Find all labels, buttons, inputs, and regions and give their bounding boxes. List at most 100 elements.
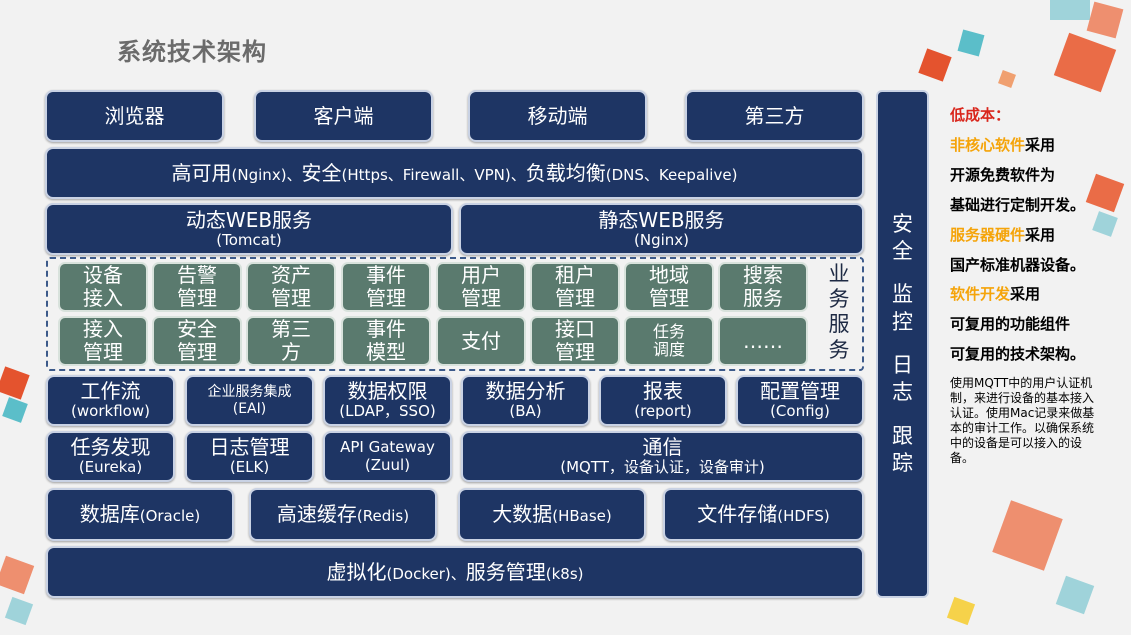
side-text: 基础进行定制开发。 bbox=[950, 196, 1086, 214]
mqtt-note: 使用MQTT中的用户认证机制，来进行设备的基本接入认证。使用Mac记录来做基本的… bbox=[950, 376, 1095, 465]
box-main: API Gateway bbox=[340, 438, 435, 457]
bar-char: 控 bbox=[892, 309, 913, 334]
client-browser: 浏览器 bbox=[45, 90, 224, 142]
lb-label: 负载均衡 bbox=[525, 160, 606, 185]
business-label-char: 务 bbox=[828, 337, 850, 362]
business-service-tile: 事件 管理 bbox=[341, 262, 431, 312]
side-highlight: 服务器硬件 bbox=[950, 226, 1026, 244]
business-label-char: 服 bbox=[828, 312, 850, 337]
box-main: 文件存储 bbox=[697, 502, 778, 526]
side-text: 可复用的功能组件 bbox=[950, 315, 1071, 333]
eureka-box: 任务发现 (Eureka) bbox=[46, 431, 175, 482]
box-sub: (workflow) bbox=[71, 402, 150, 421]
side-line: 非核心软件采用 bbox=[950, 134, 1055, 155]
communication-box: 通信 (MQTT，设备认证，设备审计) bbox=[461, 431, 864, 482]
decor-square bbox=[946, 596, 976, 626]
box-main: 报表 bbox=[643, 379, 683, 404]
box-sub: (HBase) bbox=[552, 507, 612, 525]
decor-square bbox=[1053, 32, 1117, 93]
svc-mgmt-label: 服务管理 bbox=[465, 559, 546, 584]
bar-char: 跟 bbox=[892, 423, 913, 448]
report-box: 报表 (report) bbox=[599, 375, 727, 426]
decor-square bbox=[1092, 211, 1118, 237]
box-main: 数据权限 bbox=[347, 379, 428, 404]
business-service-tile: 支付 bbox=[436, 316, 526, 366]
ha-sub: (Nginx)、 bbox=[231, 165, 302, 184]
decor-square bbox=[918, 48, 952, 82]
bigdata-box: 大数据(HBase) bbox=[458, 488, 646, 541]
decor-square bbox=[4, 596, 34, 626]
box-sub: (ELK) bbox=[229, 458, 270, 477]
business-service-tile: 安全 管理 bbox=[152, 316, 242, 366]
lb-sub: (DNS、Keepalive) bbox=[605, 165, 738, 184]
decor-square bbox=[0, 366, 30, 400]
decor-square bbox=[1050, 0, 1090, 20]
business-service-tile: 告警 管理 bbox=[152, 262, 242, 312]
ha-label: 高可用 bbox=[171, 160, 232, 185]
box-sub: (LDAP，SSO) bbox=[339, 402, 436, 421]
decor-square bbox=[0, 555, 35, 595]
bar-char: 全 bbox=[892, 239, 913, 264]
decor-square bbox=[998, 70, 1016, 88]
side-text: 采用 bbox=[1010, 285, 1041, 303]
side-text: 采用 bbox=[1025, 226, 1056, 244]
client-third-party: 第三方 bbox=[685, 90, 864, 142]
client-mobile: 移动端 bbox=[468, 90, 647, 142]
box-sub: (Config) bbox=[770, 402, 830, 421]
decor-square bbox=[1055, 575, 1095, 615]
data-analysis-box: 数据分析 (BA) bbox=[461, 375, 590, 426]
client-label: 浏览器 bbox=[104, 103, 165, 128]
box-main: 日志管理 bbox=[209, 435, 290, 460]
client-label: 移动端 bbox=[527, 103, 588, 128]
business-service-tile: 设备 接入 bbox=[58, 262, 148, 312]
security-label: 安全 bbox=[301, 160, 342, 185]
box-main: 大数据 bbox=[492, 502, 553, 526]
box-main: 通信 bbox=[642, 435, 683, 460]
box-sub: (BA) bbox=[509, 402, 542, 421]
business-service-tile: 租户 管理 bbox=[530, 262, 620, 312]
side-line: 国产标准机器设备。 bbox=[950, 254, 1085, 275]
data-permission-box: 数据权限 (LDAP，SSO) bbox=[323, 375, 452, 426]
client-desktop: 客户端 bbox=[254, 90, 433, 142]
box-sub: (EAI) bbox=[232, 400, 267, 417]
virt-label: 虚拟化 bbox=[326, 559, 387, 584]
bar-char: 安 bbox=[892, 211, 913, 236]
box-main: 配置管理 bbox=[760, 379, 840, 404]
side-text: 采用 bbox=[1025, 136, 1056, 154]
decor-square bbox=[992, 500, 1063, 571]
box-sub: (report) bbox=[634, 402, 692, 421]
database-box: 数据库(Oracle) bbox=[46, 488, 234, 541]
log-group: 日志 bbox=[892, 352, 913, 407]
box-sub: (MQTT，设备认证，设备审计) bbox=[560, 458, 765, 477]
config-box: 配置管理 (Config) bbox=[736, 375, 864, 426]
side-highlight: 非核心软件 bbox=[950, 136, 1026, 154]
api-gateway-box: API Gateway (Zuul) bbox=[323, 431, 452, 482]
business-label-char: 业 bbox=[828, 262, 850, 286]
web-sub: (Tomcat) bbox=[216, 230, 282, 249]
virtualization-layer: 虚拟化(Docker)、服务管理(k8s) bbox=[46, 546, 864, 598]
side-line: 软件开发采用 bbox=[950, 283, 1040, 304]
business-service-tile: …… bbox=[718, 316, 808, 366]
decor-square bbox=[1085, 173, 1125, 213]
virt-sub: (Docker)、 bbox=[386, 564, 466, 583]
box-sub: (Eureka) bbox=[78, 458, 143, 477]
web-sub: (Nginx) bbox=[634, 230, 689, 249]
bar-char: 日 bbox=[892, 353, 913, 377]
business-service-tile: 第三 方 bbox=[246, 316, 336, 366]
file-storage-box: 文件存储(HDFS) bbox=[663, 488, 864, 541]
side-line: 服务器硬件采用 bbox=[950, 224, 1055, 245]
web-main: 静态WEB服务 bbox=[598, 207, 725, 232]
dynamic-web-service: 动态WEB服务 (Tomcat) bbox=[45, 203, 453, 255]
business-service-tile: 用户 管理 bbox=[436, 262, 526, 312]
box-main: 企业服务集成 bbox=[207, 384, 292, 401]
cache-box: 高速缓存(Redis) bbox=[249, 488, 437, 541]
box-main: 数据分析 bbox=[485, 379, 566, 404]
box-sub: (HDFS) bbox=[777, 507, 830, 525]
business-service-tile: 资产 管理 bbox=[246, 262, 336, 312]
decor-square bbox=[957, 29, 985, 57]
security-monitoring-bar: 安全 监控 日志 跟踪 bbox=[876, 90, 929, 598]
business-service-tile: 接口 管理 bbox=[530, 316, 620, 366]
side-text: 开源免费软件为 bbox=[950, 166, 1056, 184]
box-main: 工作流 bbox=[80, 379, 141, 404]
elk-box: 日志管理 (ELK) bbox=[185, 431, 314, 482]
